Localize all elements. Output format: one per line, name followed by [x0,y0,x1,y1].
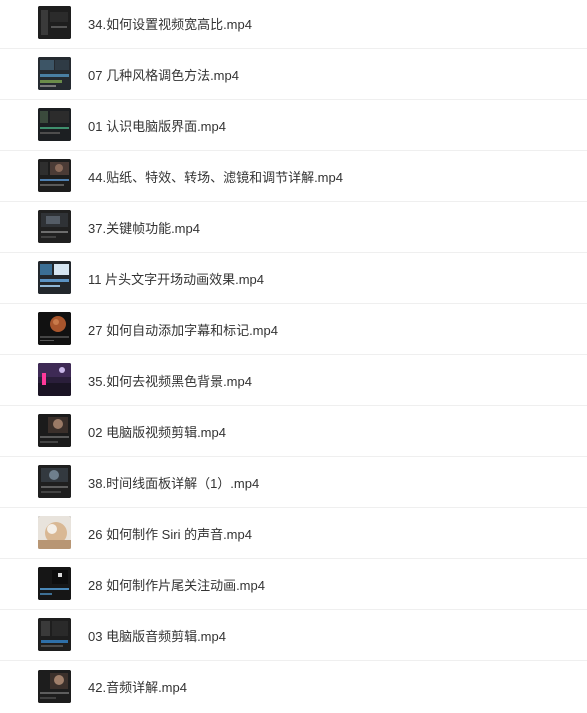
video-thumbnail-icon[interactable] [38,363,71,396]
video-thumbnail-icon[interactable] [38,414,71,447]
file-row[interactable]: 27 如何自动添加字幕和标记.mp4 [0,304,587,355]
file-name[interactable]: 27 如何自动添加字幕和标记.mp4 [88,320,278,339]
file-name[interactable]: 02 电脑版视频剪辑.mp4 [88,422,226,441]
file-row[interactable]: 42.音频详解.mp4 [0,661,587,712]
file-name[interactable]: 11 片头文字开场动画效果.mp4 [88,269,264,288]
file-row[interactable]: 44.贴纸、特效、转场、滤镜和调节详解.mp4 [0,151,587,202]
file-row[interactable]: 03 电脑版音频剪辑.mp4 [0,610,587,661]
file-name[interactable]: 28 如何制作片尾关注动画.mp4 [88,575,265,594]
file-name[interactable]: 26 如何制作 Siri 的声音.mp4 [88,524,252,543]
file-name[interactable]: 34.如何设置视频宽高比.mp4 [88,14,252,33]
file-row[interactable]: 35.如何去视频黑色背景.mp4 [0,355,587,406]
video-thumbnail-icon[interactable] [38,210,71,243]
video-thumbnail-icon[interactable] [38,465,71,498]
video-thumbnail-icon[interactable] [38,159,71,192]
video-thumbnail-icon[interactable] [38,312,71,345]
video-thumbnail-icon[interactable] [38,108,71,141]
file-name[interactable]: 37.关键帧功能.mp4 [88,218,200,237]
file-row[interactable]: 01 认识电脑版界面.mp4 [0,100,587,151]
video-thumbnail-icon[interactable] [38,618,71,651]
video-thumbnail-icon[interactable] [38,6,71,39]
video-thumbnail-icon[interactable] [38,669,71,703]
file-row[interactable]: 26 如何制作 Siri 的声音.mp4 [0,508,587,559]
video-thumbnail-icon[interactable] [38,516,71,549]
video-thumbnail-icon[interactable] [38,57,71,90]
file-row[interactable]: 11 片头文字开场动画效果.mp4 [0,253,587,304]
file-name[interactable]: 03 电脑版音频剪辑.mp4 [88,626,226,645]
file-name[interactable]: 01 认识电脑版界面.mp4 [88,116,226,135]
file-name[interactable]: 38.时间线面板详解（1）.mp4 [88,473,259,492]
video-thumbnail-icon[interactable] [38,261,71,294]
file-row[interactable]: 28 如何制作片尾关注动画.mp4 [0,559,587,610]
file-name[interactable]: 35.如何去视频黑色背景.mp4 [88,371,252,390]
file-name[interactable]: 07 几种风格调色方法.mp4 [88,65,239,84]
file-row[interactable]: 38.时间线面板详解（1）.mp4 [0,457,587,508]
file-list: 34.如何设置视频宽高比.mp4 07 几种风格调色方法.mp4 01 认识电脑… [0,0,587,712]
file-name[interactable]: 42.音频详解.mp4 [88,677,187,696]
video-thumbnail-icon[interactable] [38,567,71,600]
file-row[interactable]: 34.如何设置视频宽高比.mp4 [0,0,587,49]
file-row[interactable]: 02 电脑版视频剪辑.mp4 [0,406,587,457]
file-row[interactable]: 07 几种风格调色方法.mp4 [0,49,587,100]
file-row[interactable]: 37.关键帧功能.mp4 [0,202,587,253]
file-name[interactable]: 44.贴纸、特效、转场、滤镜和调节详解.mp4 [88,167,343,186]
